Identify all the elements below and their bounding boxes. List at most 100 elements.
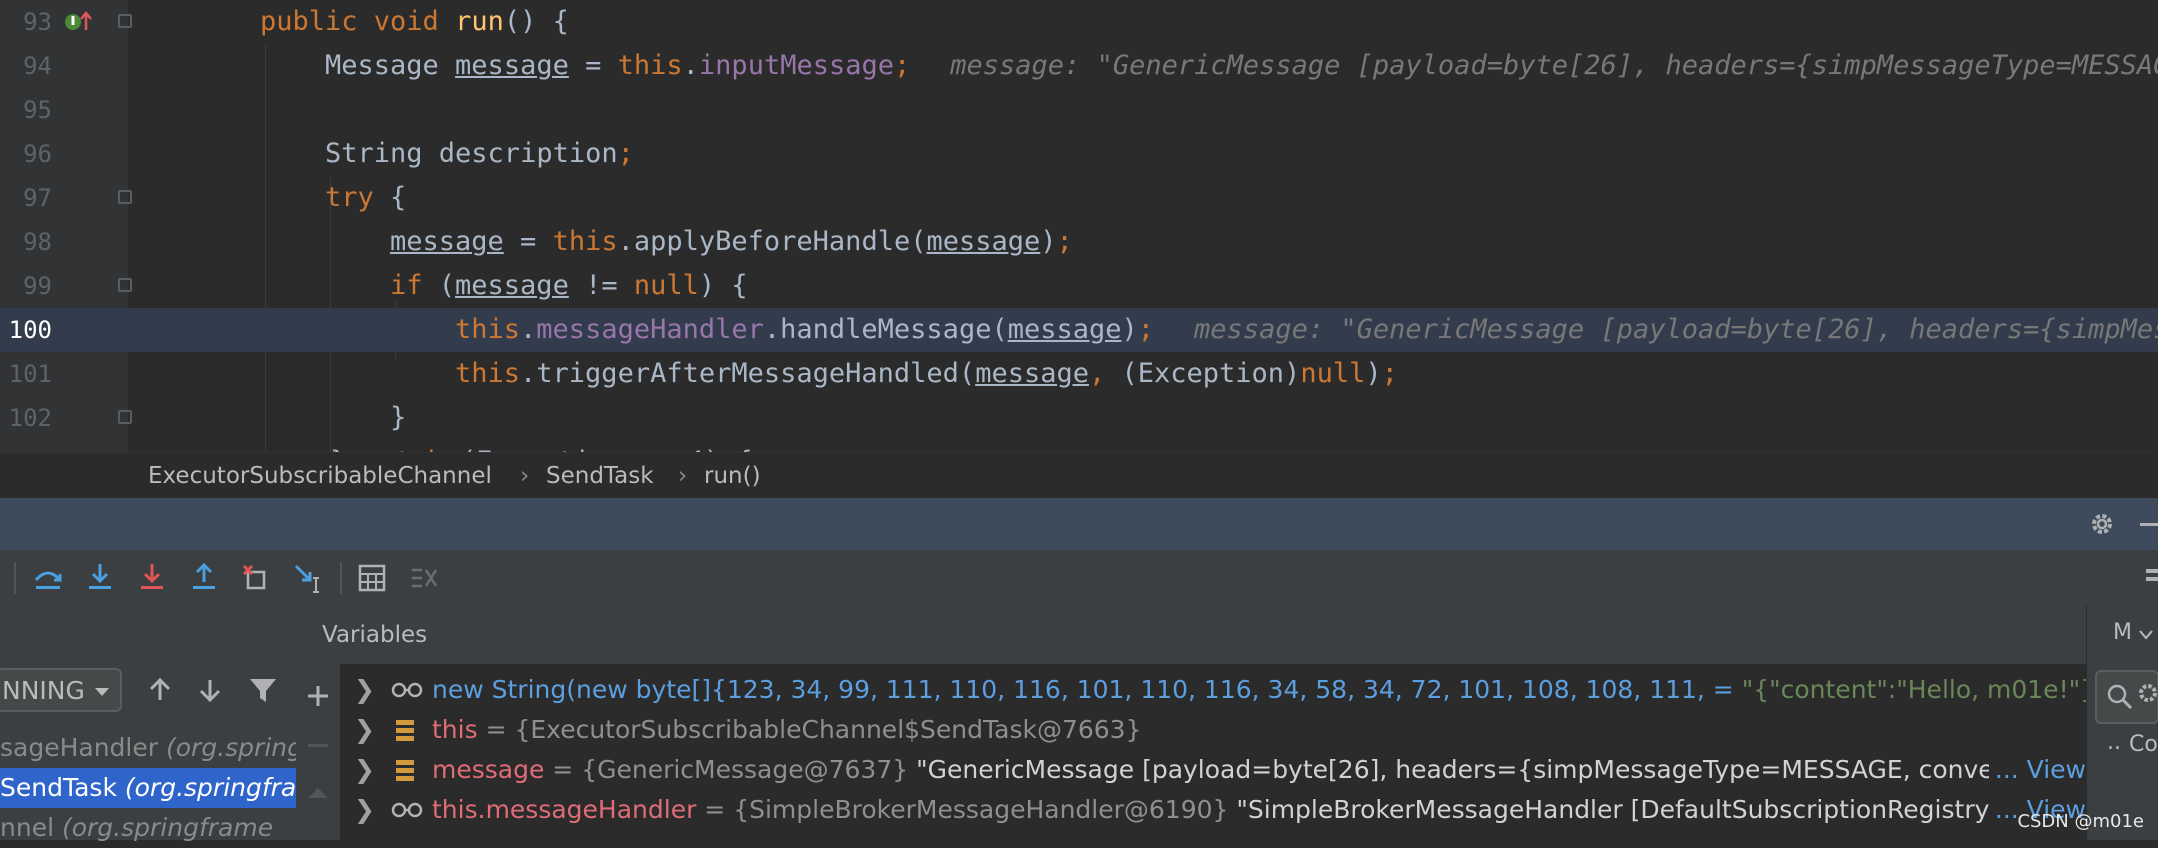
line-number[interactable]: 98	[0, 220, 52, 264]
code-token: .triggerAfterMessageHandled(	[520, 358, 976, 389]
frames-panel: NNING sageHandler (org.spring SendTask (…	[0, 606, 297, 842]
minimize-icon[interactable]	[2140, 523, 2158, 526]
code-line[interactable]: 94 Message message = this.inputMessage; me…	[0, 44, 2158, 88]
fold-marker-icon[interactable]	[118, 278, 132, 292]
line-number[interactable]: 101	[0, 352, 52, 396]
keyword-token: ;	[1056, 226, 1073, 257]
variables-panel: Variables ❯ new String(new byte[]{123, 34…	[296, 606, 2086, 840]
variables-title: Variables	[322, 622, 428, 648]
view-value-link[interactable]: ... View	[1988, 750, 2086, 790]
code-text: if (message != null) {	[390, 264, 748, 308]
variable-row[interactable]: ❯ new String(new byte[]{123, 34, 99, 111,…	[340, 670, 2086, 710]
memory-tab[interactable]: M	[2087, 606, 2158, 664]
code-token: )	[1121, 314, 1138, 345]
force-step-into-icon[interactable]	[136, 562, 168, 594]
frame-item[interactable]: nnel (org.springframe	[0, 808, 296, 848]
keyword-token: this	[552, 226, 618, 257]
line-number[interactable]: 93	[0, 0, 52, 44]
variable-token: message	[455, 270, 569, 301]
watermark: CSDN @m01e	[2017, 811, 2144, 832]
code-line[interactable]: 93 public void run() {	[0, 0, 2158, 44]
keyword-token: this	[617, 50, 683, 81]
code-line[interactable]: 95	[0, 88, 2158, 132]
code-line[interactable]: 100 this.messageHandler.handleMessage(mes…	[0, 308, 2158, 352]
trace-stream-icon[interactable]	[408, 562, 440, 594]
memory-tab-label: M	[2113, 620, 2132, 645]
gear-icon[interactable]	[2137, 680, 2158, 706]
drop-frame-icon[interactable]	[240, 562, 272, 594]
code-token: .applyBeforeHandle(	[617, 226, 927, 257]
variable-token: message	[975, 358, 1089, 389]
chevron-right-icon[interactable]: ❯	[354, 790, 375, 830]
frame-item-package: (org.spring	[166, 733, 296, 762]
remove-watch-icon[interactable]	[308, 744, 328, 747]
step-into-icon[interactable]	[84, 562, 116, 594]
fold-marker-icon[interactable]	[118, 190, 132, 204]
variables-side-toolbar	[296, 664, 340, 840]
variable-token: message	[455, 50, 569, 81]
line-number[interactable]: 99	[0, 264, 52, 308]
fold-marker-icon[interactable]	[118, 14, 132, 28]
code-token: =	[503, 226, 553, 257]
gear-icon[interactable]	[2088, 510, 2116, 538]
chevron-right-icon[interactable]: ❯	[354, 750, 375, 790]
code-text: message = this.applyBeforeHandle(message…	[390, 220, 1073, 264]
code-line[interactable]: 98 message = this.applyBeforeHandle(messa…	[0, 220, 2158, 264]
keyword-token: ;	[1381, 358, 1398, 389]
code-line[interactable]: 99 if (message != null) {	[0, 264, 2158, 308]
code-line[interactable]: 96 String description;	[0, 132, 2158, 176]
variable-name: this.messageHandler	[432, 795, 697, 824]
filter-icon[interactable]	[248, 676, 278, 704]
keyword-token: ;	[617, 138, 634, 169]
arrow-down-icon[interactable]	[196, 676, 224, 704]
line-number[interactable]: 100	[0, 308, 52, 352]
line-number[interactable]: 97	[0, 176, 52, 220]
toolbar-divider	[14, 562, 16, 594]
run-to-cursor-icon[interactable]	[292, 562, 324, 594]
frame-item[interactable]: sageHandler (org.spring	[0, 728, 296, 768]
breadcrumb-item-inner-class[interactable]: SendTask	[546, 463, 654, 489]
line-number[interactable]: 96	[0, 132, 52, 176]
frame-item-selected[interactable]: SendTask (org.springfra	[0, 768, 296, 808]
memory-column-header[interactable]: Co	[2129, 732, 2158, 757]
line-number[interactable]: 95	[0, 88, 52, 132]
inline-debug-value: message: "GenericMessage [payload=byte[2…	[1194, 314, 2158, 345]
breadcrumb-item-class[interactable]: ExecutorSubscribableChannel	[148, 463, 492, 489]
breadcrumb-item-method[interactable]: run()	[704, 463, 761, 489]
arrow-up-icon[interactable]	[146, 676, 174, 704]
variable-value: "SimpleBrokerMessageHandler [DefaultSubs…	[1236, 795, 1990, 824]
code-text: Message message = this.inputMessage; mess…	[325, 44, 2158, 88]
add-watch-icon[interactable]	[306, 684, 330, 708]
breadcrumb: ExecutorSubscribableChannel › SendTask ›…	[0, 452, 2158, 499]
debug-tool-window-header	[0, 498, 2158, 550]
step-over-icon[interactable]	[32, 562, 64, 594]
code-line[interactable]: 97 try {	[0, 176, 2158, 220]
code-line[interactable]: 101 this.triggerAfterMessageHandled(messa…	[0, 352, 2158, 396]
variable-row[interactable]: ❯ message = {GenericMessage@7637} "Generi…	[340, 750, 2086, 790]
variable-row[interactable]: ❯ this.messageHandler = {SimpleBrokerMess…	[340, 790, 2086, 830]
evaluate-expression-icon[interactable]	[356, 562, 388, 594]
code-token: !=	[568, 270, 634, 301]
keyword-token: try	[325, 182, 374, 213]
thread-selector-dropdown[interactable]: NNING	[0, 668, 122, 712]
implements-method-icon[interactable]	[64, 10, 94, 34]
code-token: =	[568, 50, 618, 81]
code-token: .handleMessage(	[763, 314, 1008, 345]
breadcrumb-separator: ›	[678, 463, 688, 489]
chevron-right-icon[interactable]: ❯	[354, 710, 375, 750]
code-editor[interactable]: 93 public void run() {94 Message message =…	[0, 0, 2158, 452]
code-line[interactable]: 102}	[0, 396, 2158, 440]
layout-icon[interactable]	[2146, 566, 2158, 590]
move-up-icon[interactable]	[306, 784, 330, 800]
line-number[interactable]: 102	[0, 396, 52, 440]
code-token: String description	[325, 138, 618, 169]
chevron-right-icon[interactable]: ❯	[354, 670, 375, 710]
line-number[interactable]: 94	[0, 44, 52, 88]
variable-row[interactable]: ❯ this = {ExecutorSubscribableChannel$Sen…	[340, 710, 2086, 750]
fold-marker-icon[interactable]	[118, 410, 132, 424]
variable-value: "{"content":"Hello, m01e!"}"	[1741, 675, 2086, 704]
field-icon	[396, 760, 414, 781]
step-out-icon[interactable]	[188, 562, 220, 594]
code-token: .	[520, 314, 537, 345]
code-token: {	[373, 182, 407, 213]
